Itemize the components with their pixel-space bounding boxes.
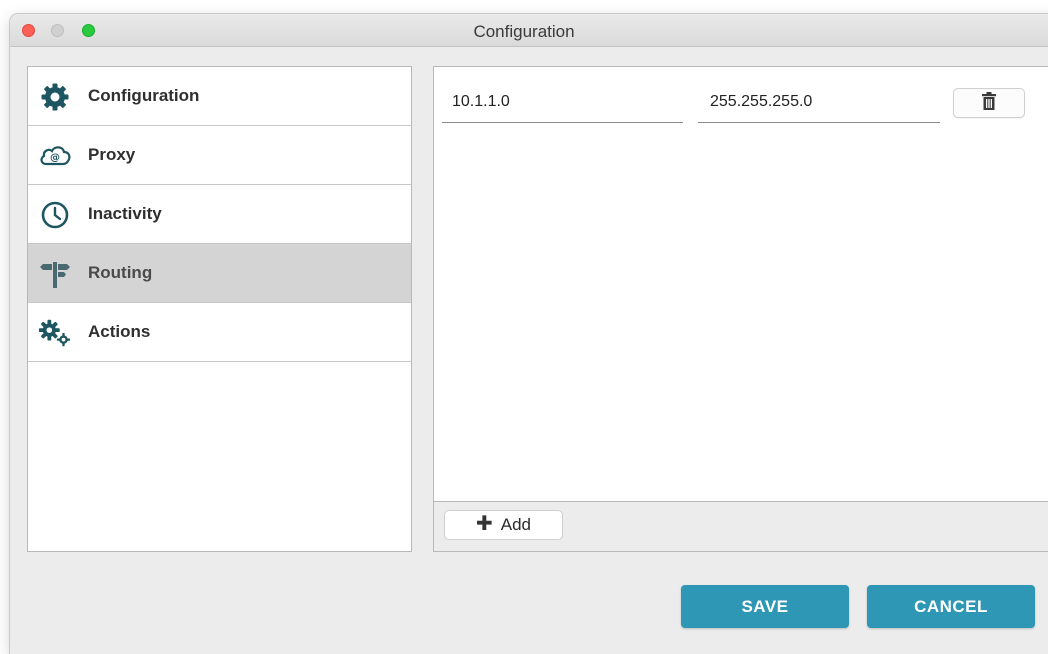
sidebar-item-label: Proxy xyxy=(88,145,136,164)
add-button-label: Add xyxy=(500,515,531,534)
gear-icon xyxy=(38,82,72,112)
network-address-input[interactable]: 10.1.1.0 xyxy=(442,83,683,123)
sidebar-item-label: Inactivity xyxy=(88,204,162,223)
save-button[interactable]: SAVE xyxy=(681,585,849,628)
sidebar: Configuration @ Proxy Inactivity Routing… xyxy=(27,66,412,552)
gears-icon xyxy=(38,318,72,348)
add-route-button[interactable]: ✚ Add xyxy=(444,510,563,540)
netmask-input[interactable]: 255.255.255.0 xyxy=(698,83,940,123)
panel-footer: ✚ Add xyxy=(434,501,1048,551)
sidebar-item-label: Actions xyxy=(88,322,151,341)
sidebar-item-configuration[interactable]: Configuration xyxy=(28,67,411,126)
route-row: 10.1.1.0 255.255.255.0 xyxy=(442,83,1048,127)
sidebar-item-routing[interactable]: Routing xyxy=(28,244,411,303)
sidebar-item-actions[interactable]: Actions xyxy=(28,303,411,362)
sidebar-item-label: Routing xyxy=(88,263,153,282)
sidebar-item-proxy[interactable]: @ Proxy xyxy=(28,126,411,185)
title-bar: Configuration xyxy=(10,14,1048,47)
sidebar-item-label: Configuration xyxy=(88,86,200,105)
plus-icon: ✚ xyxy=(475,513,493,535)
cancel-button[interactable]: CANCEL xyxy=(867,585,1035,628)
window-title: Configuration xyxy=(473,22,575,41)
routing-panel: 10.1.1.0 255.255.255.0 ✚ Add xyxy=(433,66,1048,552)
clock-icon xyxy=(38,200,72,230)
delete-route-button[interactable] xyxy=(953,88,1025,118)
sidebar-item-inactivity[interactable]: Inactivity xyxy=(28,185,411,244)
configuration-window: Configuration Configuration @ Proxy Inac… xyxy=(10,14,1048,654)
cloud-at-icon: @ xyxy=(38,141,72,171)
svg-text:@: @ xyxy=(50,153,60,164)
trash-icon xyxy=(982,91,996,115)
signpost-icon xyxy=(38,259,72,289)
